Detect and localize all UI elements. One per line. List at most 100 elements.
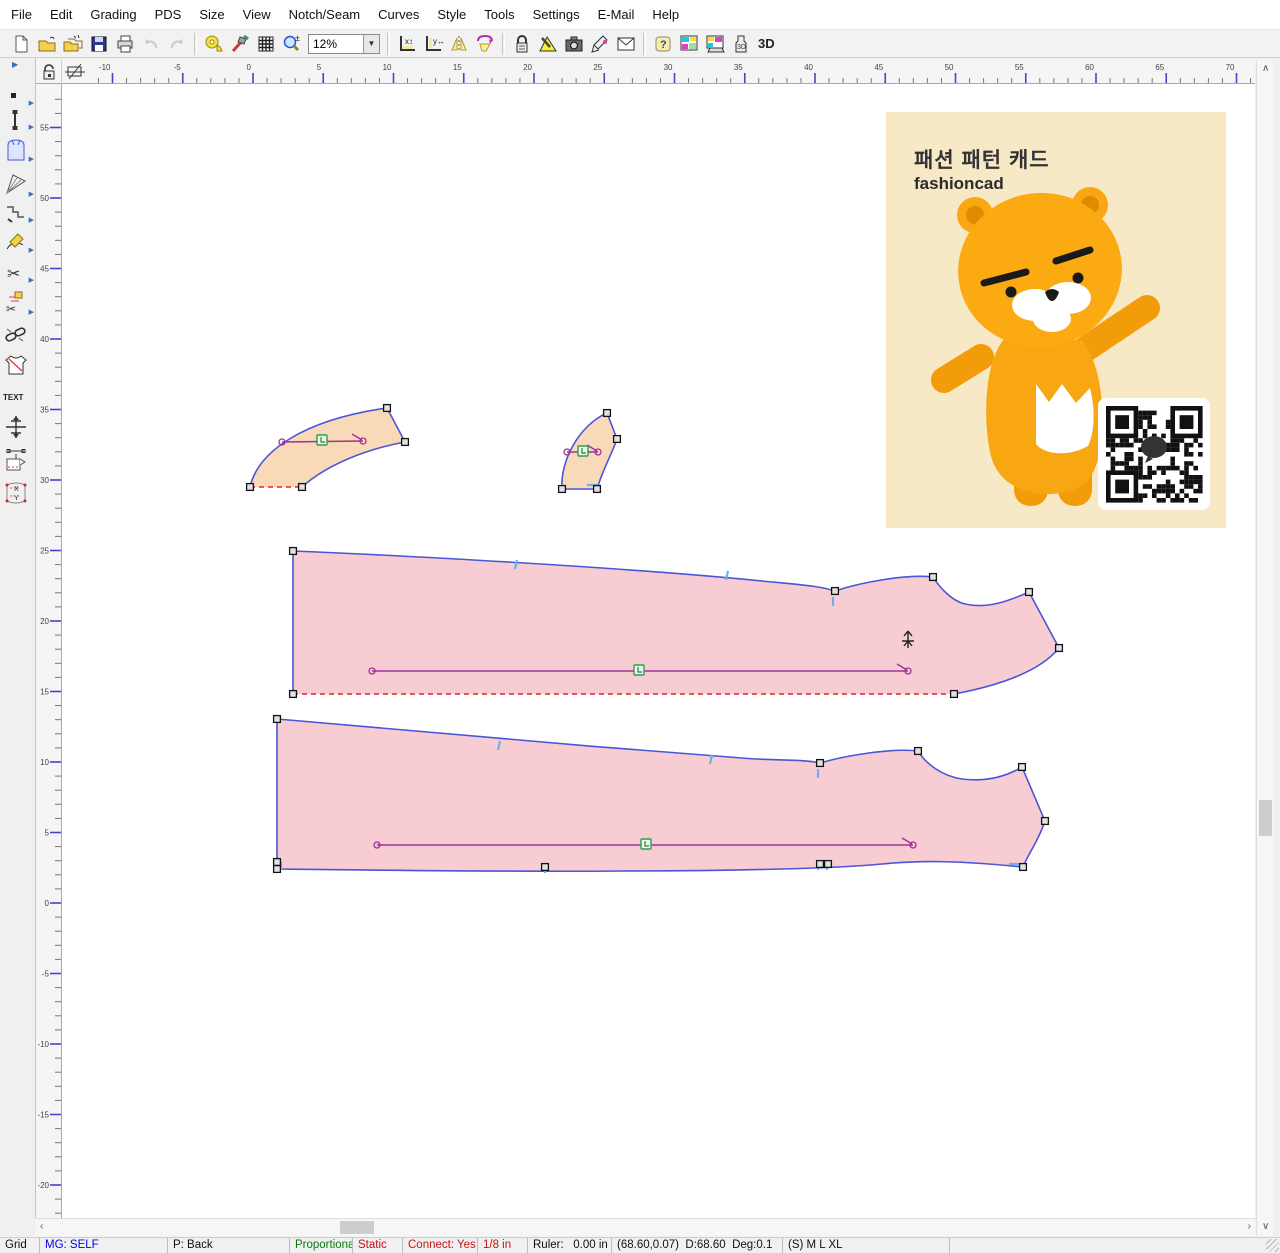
plot-lock-icon[interactable] — [509, 32, 535, 56]
zoom-level-select[interactable]: 12% ▼ — [308, 34, 380, 54]
status-measure-group[interactable]: MG: SELF — [40, 1238, 168, 1253]
text-tool[interactable]: TEXT — [3, 384, 33, 410]
grain-length-marker[interactable] — [641, 839, 651, 849]
threed-label[interactable]: 3D — [758, 36, 775, 51]
move-point-y-icon[interactable]: y↔ — [420, 32, 446, 56]
cut-piece-tool[interactable]: ✂▶ — [3, 288, 33, 318]
tape-measure-icon[interactable] — [201, 32, 227, 56]
menu-pds[interactable]: PDS — [146, 7, 191, 22]
point-select-tool[interactable]: ▶ — [3, 83, 33, 109]
fashioncad-ad-banner[interactable]: 패션 패턴 캐드 fashioncad — [886, 112, 1226, 528]
email-send-icon[interactable] — [613, 32, 639, 56]
pattern-handle[interactable] — [832, 588, 839, 595]
scroll-left-icon[interactable]: ‹ — [40, 1222, 43, 1232]
join-tool[interactable] — [3, 322, 33, 348]
pattern-handle[interactable] — [290, 691, 297, 698]
dart-tool[interactable]: ▶ — [3, 170, 33, 200]
palette-scroll-arrow-icon[interactable]: ▶ — [12, 60, 18, 69]
scissors-tool[interactable]: ✂▶ — [3, 260, 33, 286]
help-icon[interactable]: ? — [650, 32, 676, 56]
pattern-handle[interactable] — [274, 866, 281, 873]
open-pattern-icon[interactable] — [60, 32, 86, 56]
screen-layout-a-icon[interactable] — [676, 32, 702, 56]
grid-table-icon[interactable] — [253, 32, 279, 56]
snapshot-camera-icon[interactable] — [561, 32, 587, 56]
pattern-handle[interactable] — [951, 691, 958, 698]
pattern-handle[interactable] — [384, 405, 391, 412]
redo-icon[interactable] — [164, 32, 190, 56]
grain-length-marker[interactable] — [317, 435, 327, 445]
pattern-handle[interactable] — [594, 486, 601, 493]
pattern-handle[interactable] — [817, 760, 824, 767]
menu-settings[interactable]: Settings — [524, 7, 589, 22]
grain-length-marker[interactable] — [634, 665, 644, 675]
resize-grip[interactable] — [1266, 1239, 1279, 1252]
scroll-down-icon[interactable]: ∨ — [1262, 1222, 1269, 1232]
menu-tools[interactable]: Tools — [475, 7, 523, 22]
menu-help[interactable]: Help — [643, 7, 688, 22]
pattern-handle[interactable] — [930, 574, 937, 581]
new-document-icon[interactable] — [8, 32, 34, 56]
status-piece-name[interactable]: P: Back — [168, 1238, 290, 1253]
pattern-handle[interactable] — [614, 436, 621, 443]
unlock-icon[interactable] — [39, 62, 59, 82]
menu-grading[interactable]: Grading — [81, 7, 145, 22]
pattern-handle[interactable] — [1026, 589, 1033, 596]
menu-file[interactable]: File — [2, 7, 41, 22]
pattern-handle[interactable] — [825, 861, 832, 868]
zoom-scale-icon[interactable]: ± — [279, 32, 305, 56]
pattern-handle[interactable] — [274, 859, 281, 866]
pattern-handle[interactable] — [247, 484, 254, 491]
pattern-handle[interactable] — [402, 439, 409, 446]
pattern-handle[interactable] — [1019, 764, 1026, 771]
menu-curves[interactable]: Curves — [369, 7, 428, 22]
status-connect-toggle[interactable]: Connect: Yes — [403, 1238, 478, 1253]
vertical-scrollbar[interactable]: ∧ ∨ — [1256, 60, 1273, 1236]
piece-check-icon[interactable] — [535, 32, 561, 56]
screen-layout-b-icon[interactable] — [702, 32, 728, 56]
menu-edit[interactable]: Edit — [41, 7, 81, 22]
open-file-icon[interactable] — [34, 32, 60, 56]
pattern-handle[interactable] — [1042, 818, 1049, 825]
mirror-flip-icon[interactable] — [446, 32, 472, 56]
pattern-piece-tool[interactable]: ▶ — [3, 135, 33, 165]
pattern-canvas[interactable]: 패션 패턴 캐드 fashioncad — [62, 84, 1255, 1218]
pattern-handle[interactable] — [1056, 645, 1063, 652]
pattern-handle[interactable] — [817, 861, 824, 868]
pattern-handle[interactable] — [559, 486, 566, 493]
xy-dimension-tool[interactable]: XY — [3, 478, 33, 508]
pattern-piece-front[interactable] — [293, 551, 1059, 694]
horizontal-scroll-thumb[interactable] — [340, 1221, 374, 1234]
scroll-up-icon[interactable]: ∧ — [1262, 64, 1269, 74]
pattern-handle[interactable] — [604, 410, 611, 417]
pattern-handle[interactable] — [1020, 864, 1027, 871]
save-icon[interactable] — [86, 32, 112, 56]
plotter-pen-icon[interactable] — [587, 32, 613, 56]
status-proportional-toggle[interactable]: Proportional — [290, 1238, 353, 1253]
stamp-3d-icon[interactable]: 3D — [728, 32, 754, 56]
trace-tool[interactable]: ▶ — [3, 200, 33, 226]
zoom-dropdown-arrow-icon[interactable]: ▼ — [363, 35, 379, 53]
pattern-piece-back[interactable] — [277, 719, 1045, 871]
undo-icon[interactable] — [138, 32, 164, 56]
ruler-origin-icon[interactable] — [63, 61, 87, 83]
garment-tool[interactable] — [3, 350, 33, 380]
pattern-handle[interactable] — [290, 548, 297, 555]
scroll-right-icon[interactable]: › — [1248, 1222, 1251, 1232]
rotate-piece-icon[interactable] — [472, 32, 498, 56]
move-tool[interactable] — [3, 412, 33, 442]
pattern-handle[interactable] — [299, 484, 306, 491]
vertical-scroll-thumb[interactable] — [1259, 800, 1272, 836]
status-grid-toggle[interactable]: Grid — [0, 1238, 40, 1253]
pattern-handle[interactable] — [542, 864, 549, 871]
grain-length-marker[interactable] — [578, 446, 588, 456]
move-point-x-icon[interactable]: x↕ — [394, 32, 420, 56]
menu-size[interactable]: Size — [190, 7, 233, 22]
line-tool[interactable]: ▶ — [3, 107, 33, 133]
measure-tool[interactable] — [3, 446, 33, 476]
horizontal-scrollbar[interactable]: ‹ › — [36, 1218, 1255, 1236]
pattern-handle[interactable] — [915, 748, 922, 755]
status-snap-increment[interactable]: 1/8 in — [478, 1238, 528, 1253]
menu-email[interactable]: E-Mail — [589, 7, 644, 22]
pattern-handle[interactable] — [274, 716, 281, 723]
